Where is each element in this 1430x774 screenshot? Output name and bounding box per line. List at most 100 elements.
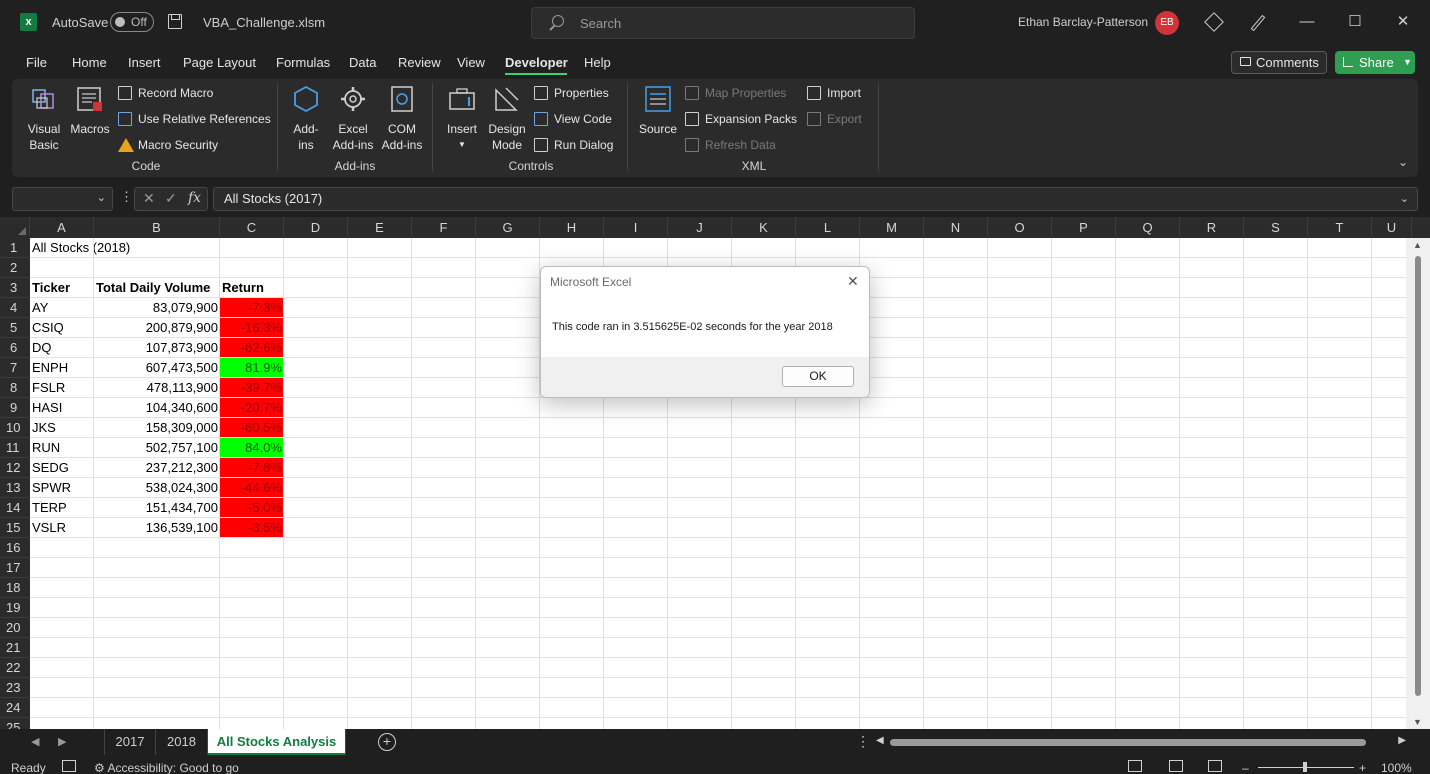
autosave-toggle[interactable]: Off bbox=[110, 12, 154, 32]
menu-file[interactable]: File bbox=[26, 55, 47, 70]
row-header-4[interactable]: 4 bbox=[0, 298, 30, 318]
column-header-d[interactable]: D bbox=[284, 217, 348, 238]
confirm-icon[interactable]: ✓ bbox=[165, 190, 177, 207]
row-header-24[interactable]: 24 bbox=[0, 698, 30, 718]
chevron-down-icon[interactable]: ⌄ bbox=[97, 191, 106, 204]
close-icon[interactable]: ✕ bbox=[847, 273, 859, 290]
volume-cell[interactable]: 83,079,900 bbox=[94, 298, 220, 318]
column-header-u[interactable]: U bbox=[1372, 217, 1412, 238]
scroll-up-icon[interactable]: ▲ bbox=[1413, 240, 1422, 250]
expansion-packs-button[interactable]: Expansion Packs bbox=[685, 110, 797, 128]
avatar[interactable]: EB bbox=[1155, 11, 1179, 35]
ticker-cell[interactable]: SPWR bbox=[32, 478, 71, 498]
zoom-in-icon[interactable]: + bbox=[1359, 761, 1366, 774]
maximize-button[interactable]: ☐ bbox=[1344, 12, 1366, 32]
menu-data[interactable]: Data bbox=[349, 55, 376, 70]
scroll-down-icon[interactable]: ▼ bbox=[1413, 717, 1422, 727]
column-header-j[interactable]: J bbox=[668, 217, 732, 238]
row-header-18[interactable]: 18 bbox=[0, 578, 30, 598]
share-button[interactable]: Share ▼ bbox=[1335, 51, 1415, 74]
ticker-cell[interactable]: ENPH bbox=[32, 358, 68, 378]
header-return[interactable]: Return bbox=[222, 278, 264, 298]
column-header-t[interactable]: T bbox=[1308, 217, 1372, 238]
row-header-13[interactable]: 13 bbox=[0, 478, 30, 498]
header-volume[interactable]: Total Daily Volume bbox=[96, 278, 210, 298]
import-button[interactable]: Import bbox=[807, 84, 861, 102]
ticker-cell[interactable]: RUN bbox=[32, 438, 60, 458]
search-box[interactable]: Search bbox=[531, 7, 915, 39]
relative-references-button[interactable]: Use Relative References bbox=[118, 110, 271, 128]
sheet-tab-all-stocks-analysis[interactable]: All Stocks Analysis bbox=[208, 729, 346, 755]
row-header-3[interactable]: 3 bbox=[0, 278, 30, 298]
ticker-cell[interactable]: AY bbox=[32, 298, 48, 318]
ticker-cell[interactable]: JKS bbox=[32, 418, 56, 438]
row-header-5[interactable]: 5 bbox=[0, 318, 30, 338]
menu-help[interactable]: Help bbox=[584, 55, 611, 70]
return-cell[interactable]: -7.8% bbox=[219, 458, 284, 478]
volume-cell[interactable]: 158,309,000 bbox=[94, 418, 220, 438]
row-header-14[interactable]: 14 bbox=[0, 498, 30, 518]
sheet-tab-2017[interactable]: 2017 bbox=[104, 729, 156, 755]
chevron-down-icon[interactable]: ▼ bbox=[1403, 51, 1412, 74]
tab-prev-icon[interactable]: ◀ bbox=[31, 735, 39, 748]
macro-record-icon[interactable] bbox=[62, 760, 76, 772]
return-cell[interactable]: 84.0% bbox=[219, 438, 284, 458]
row-header-10[interactable]: 10 bbox=[0, 418, 30, 438]
row-header-21[interactable]: 21 bbox=[0, 638, 30, 658]
return-cell[interactable]: -39.7% bbox=[219, 378, 284, 398]
source-button[interactable]: Source bbox=[636, 84, 680, 137]
return-cell[interactable]: -62.6% bbox=[219, 338, 284, 358]
minimize-button[interactable]: — bbox=[1296, 12, 1318, 32]
zoom-level[interactable]: 100% bbox=[1381, 761, 1412, 774]
row-header-17[interactable]: 17 bbox=[0, 558, 30, 578]
row-header-1[interactable]: 1 bbox=[0, 238, 30, 258]
scroll-thumb[interactable] bbox=[890, 739, 1366, 746]
column-header-r[interactable]: R bbox=[1180, 217, 1244, 238]
name-box[interactable]: ⌄ bbox=[12, 187, 113, 211]
menu-page-layout[interactable]: Page Layout bbox=[183, 55, 256, 70]
row-header-16[interactable]: 16 bbox=[0, 538, 30, 558]
return-cell[interactable]: 81.9% bbox=[219, 358, 284, 378]
formula-input[interactable]: All Stocks (2017) ⌄ bbox=[213, 187, 1418, 211]
return-cell[interactable]: -7.3% bbox=[219, 298, 284, 318]
column-header-s[interactable]: S bbox=[1244, 217, 1308, 238]
menu-formulas[interactable]: Formulas bbox=[276, 55, 330, 70]
return-cell[interactable]: -20.7% bbox=[219, 398, 284, 418]
excel-addins-button[interactable]: Excel Add-ins bbox=[330, 84, 376, 153]
page-layout-view-icon[interactable] bbox=[1169, 760, 1183, 772]
row-header-20[interactable]: 20 bbox=[0, 618, 30, 638]
column-header-h[interactable]: H bbox=[540, 217, 604, 238]
row-header-11[interactable]: 11 bbox=[0, 438, 30, 458]
chevron-down-icon[interactable]: ⌄ bbox=[1400, 188, 1409, 210]
scroll-thumb[interactable] bbox=[1415, 256, 1421, 696]
row-header-9[interactable]: 9 bbox=[0, 398, 30, 418]
return-cell[interactable]: -16.3% bbox=[219, 318, 284, 338]
column-header-g[interactable]: G bbox=[476, 217, 540, 238]
record-macro-button[interactable]: Record Macro bbox=[118, 84, 213, 102]
zoom-slider-knob[interactable] bbox=[1303, 762, 1307, 772]
column-header-a[interactable]: A bbox=[30, 217, 94, 238]
zoom-out-icon[interactable]: – bbox=[1242, 761, 1249, 774]
menu-review[interactable]: Review bbox=[398, 55, 441, 70]
normal-view-icon[interactable] bbox=[1128, 760, 1142, 772]
scroll-left-icon[interactable]: ◀ bbox=[876, 735, 884, 746]
column-header-p[interactable]: P bbox=[1052, 217, 1116, 238]
volume-cell[interactable]: 237,212,300 bbox=[94, 458, 220, 478]
volume-cell[interactable]: 502,757,100 bbox=[94, 438, 220, 458]
row-header-8[interactable]: 8 bbox=[0, 378, 30, 398]
menu-home[interactable]: Home bbox=[72, 55, 107, 70]
macros-button[interactable]: Macros bbox=[68, 84, 112, 137]
return-cell[interactable]: -5.0% bbox=[219, 498, 284, 518]
column-header-q[interactable]: Q bbox=[1116, 217, 1180, 238]
menu-view[interactable]: View bbox=[457, 55, 485, 70]
more-options-icon[interactable]: ⋮ bbox=[120, 189, 133, 205]
menu-insert[interactable]: Insert bbox=[128, 55, 161, 70]
column-header-b[interactable]: B bbox=[94, 217, 220, 238]
addins-button[interactable]: Add-ins bbox=[286, 84, 326, 153]
column-header-c[interactable]: C bbox=[220, 217, 284, 238]
ribbon-expand-chevron-icon[interactable]: ⌄ bbox=[1398, 155, 1408, 169]
row-header-19[interactable]: 19 bbox=[0, 598, 30, 618]
row-header-6[interactable]: 6 bbox=[0, 338, 30, 358]
pen-icon[interactable] bbox=[1250, 14, 1266, 32]
row-header-2[interactable]: 2 bbox=[0, 258, 30, 278]
